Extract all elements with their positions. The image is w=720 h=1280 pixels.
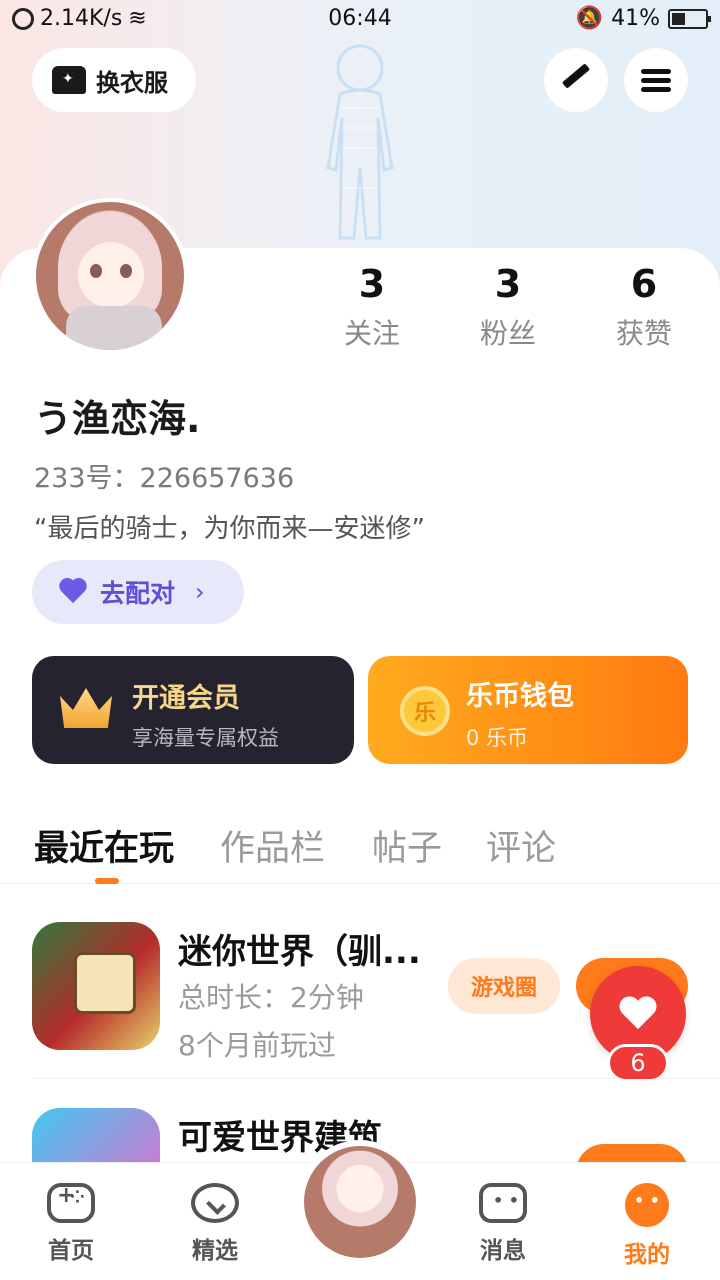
pen-icon	[561, 63, 591, 89]
wallet-title: 乐币钱包	[466, 681, 574, 712]
game-name: 迷你世界（驯...	[178, 932, 421, 972]
match-label: 去配对	[100, 579, 176, 608]
nav-home[interactable]: 首页	[26, 1183, 116, 1265]
username: う渔恋海.	[34, 397, 201, 441]
tab-posts[interactable]: 帖子	[372, 820, 442, 871]
content-tabs: 最近在玩 作品栏 帖子 评论	[0, 812, 720, 884]
vip-title: 开通会员	[132, 683, 240, 714]
nav-label: 消息	[480, 1238, 526, 1264]
coin-icon: 乐	[400, 686, 450, 736]
stat-label: 关注	[343, 317, 400, 350]
stat-value: 6	[630, 262, 658, 306]
chevron-right-icon: ›	[195, 578, 205, 606]
game-duration: 总时长：2分钟	[178, 981, 364, 1014]
battery-icon	[668, 8, 711, 29]
avatar	[304, 1146, 416, 1258]
stat-following[interactable]: 3 关注	[312, 262, 432, 352]
stat-label: 获赞	[615, 317, 672, 350]
message-icon	[479, 1183, 527, 1223]
tab-comments[interactable]: 评论	[486, 820, 556, 871]
gem-icon	[191, 1183, 239, 1223]
nav-center-avatar[interactable]	[298, 1140, 422, 1264]
tab-recent-play[interactable]: 最近在玩	[34, 820, 174, 871]
menu-icon	[641, 65, 671, 96]
crown-icon	[60, 688, 112, 728]
user-bio: “最后的骑士，为你而来—安迷修”	[34, 514, 425, 544]
menu-button[interactable]	[624, 48, 688, 112]
battery-fill	[672, 12, 686, 25]
status-bar: 2.14K/s ≋ 06:44 🔕 41%	[0, 0, 720, 40]
avatar-3d-figure[interactable]	[300, 38, 420, 250]
game-last-played: 8个月前玩过	[178, 1029, 336, 1062]
shirt-icon	[52, 66, 86, 94]
match-button[interactable]: 去配对 ›	[32, 560, 244, 624]
nav-label: 精选	[192, 1238, 238, 1264]
mute-icon: 🔕	[575, 6, 604, 31]
stat-likes[interactable]: 6 获赞	[584, 262, 704, 352]
game-circle-button[interactable]: 游戏圈	[448, 958, 560, 1014]
battery-percent: 41%	[611, 6, 660, 31]
user-avatar[interactable]	[32, 198, 188, 354]
heart-icon	[58, 579, 88, 605]
stat-followers[interactable]: 3 粉丝	[448, 262, 568, 352]
vip-subtitle: 享海量专属权益	[132, 726, 279, 750]
wardrobe-label: 换衣服	[96, 68, 168, 97]
edit-profile-button[interactable]	[544, 48, 608, 112]
profile-icon	[625, 1183, 669, 1227]
nav-mine[interactable]: 我的	[602, 1183, 692, 1269]
tab-works[interactable]: 作品栏	[220, 820, 325, 871]
stat-value: 3	[494, 262, 522, 306]
game-icon	[32, 922, 160, 1050]
stat-value: 3	[358, 262, 386, 306]
stat-label: 粉丝	[479, 317, 536, 350]
nav-featured[interactable]: 精选	[170, 1183, 260, 1265]
heart-icon	[619, 997, 657, 1031]
wardrobe-button[interactable]: 换衣服	[32, 48, 196, 112]
wallet-balance: 0 乐币	[466, 726, 529, 750]
like-count-badge: 6	[607, 1044, 669, 1082]
wallet-card[interactable]: 乐 乐币钱包 0 乐币	[368, 656, 688, 764]
nav-label: 我的	[624, 1242, 670, 1268]
user-id: 233号：226657636	[34, 463, 295, 494]
gamepad-icon	[47, 1183, 95, 1223]
nav-messages[interactable]: 消息	[458, 1183, 548, 1265]
nav-label: 首页	[48, 1238, 94, 1264]
vip-card[interactable]: 开通会员 享海量专属权益	[32, 656, 354, 764]
